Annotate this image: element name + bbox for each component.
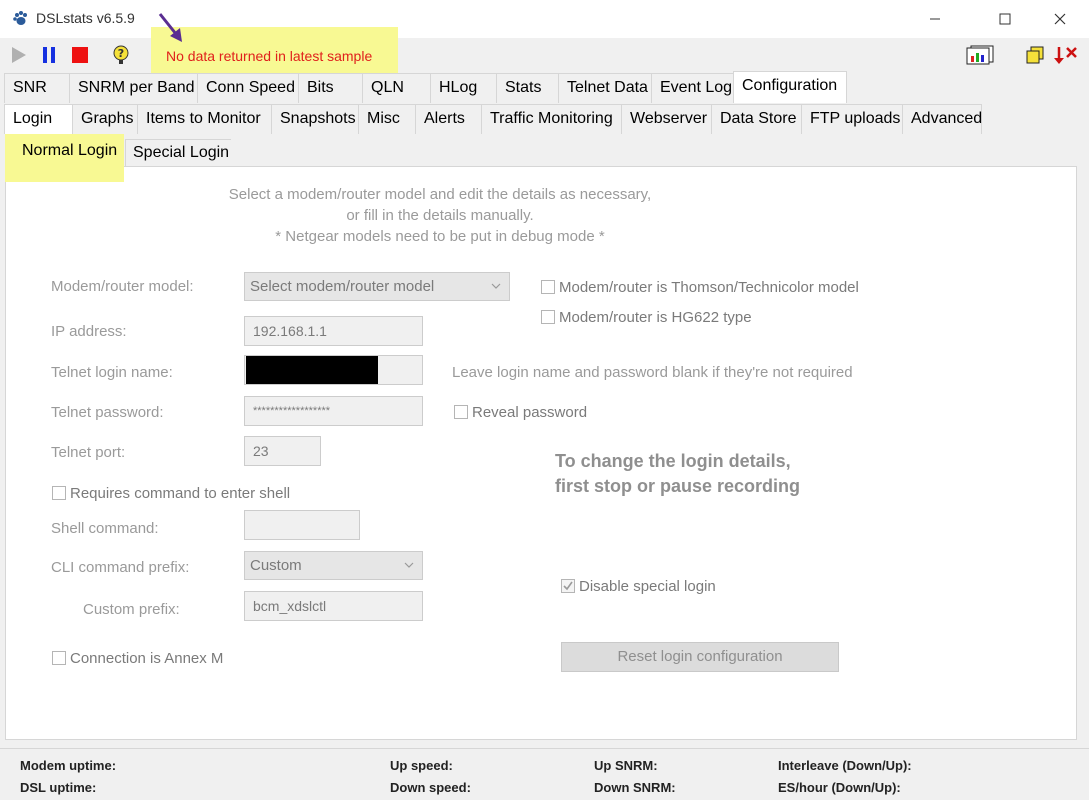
tab-special-login[interactable]: Special Login xyxy=(125,139,231,166)
warning-line-1: To change the login details, xyxy=(555,451,791,471)
close-icon xyxy=(1054,13,1066,25)
tab-ftp-uploads[interactable]: FTP uploads xyxy=(801,104,902,134)
stop-icon[interactable] xyxy=(69,44,91,66)
redaction-box xyxy=(246,356,378,384)
es-hour-label: ES/hour (Down/Up): xyxy=(778,780,901,795)
tab-stats[interactable]: Stats xyxy=(496,73,558,103)
tab-webserver[interactable]: Webserver xyxy=(621,104,711,134)
custom-prefix-label: Custom prefix: xyxy=(83,601,180,618)
down-snrm-label: Down SNRM: xyxy=(594,780,676,795)
cli-prefix-value: Custom xyxy=(250,557,302,574)
tab-bits[interactable]: Bits xyxy=(298,73,362,103)
tab-conn-speed[interactable]: Conn Speed xyxy=(197,73,298,103)
status-bar: Modem uptime: DSL uptime: Up speed: Down… xyxy=(0,748,1089,800)
close-all-icon[interactable] xyxy=(1052,44,1080,66)
minimize-button[interactable] xyxy=(912,0,958,38)
config-tabs: Login Graphs Items to Monitor Snapshots … xyxy=(4,104,982,134)
tab-telnet-data[interactable]: Telnet Data xyxy=(558,73,651,103)
blank-login-hint: Leave login name and password blank if t… xyxy=(452,364,853,381)
annex-m-checkbox[interactable] xyxy=(52,651,66,665)
maximize-button[interactable] xyxy=(982,0,1028,38)
tab-event-log[interactable]: Event Log xyxy=(651,73,733,103)
up-snrm-label: Up SNRM: xyxy=(594,758,658,773)
password-label: Telnet password: xyxy=(51,404,164,421)
interleave-label: Interleave (Down/Up): xyxy=(778,758,912,773)
pause-icon[interactable] xyxy=(38,44,60,66)
intro-line-3: * Netgear models need to be put in debug… xyxy=(275,228,605,245)
port-label: Telnet port: xyxy=(51,444,126,461)
requires-shell-label: Requires command to enter shell xyxy=(70,485,291,502)
modem-uptime-label: Modem uptime: xyxy=(20,758,117,773)
model-label: Modem/router model: xyxy=(51,278,194,295)
login-change-warning: To change the login details, first stop … xyxy=(555,449,800,499)
tab-snapshots[interactable]: Snapshots xyxy=(271,104,358,134)
model-select[interactable]: Select modem/router model xyxy=(244,272,510,301)
hg622-label: Modem/router is HG622 type xyxy=(559,309,752,326)
warning-line-2: first stop or pause recording xyxy=(555,476,801,496)
thomson-checkbox[interactable] xyxy=(541,280,555,294)
down-speed-label: Down speed: xyxy=(390,780,471,795)
tab-alerts[interactable]: Alerts xyxy=(415,104,481,134)
status-banner: No data returned in latest sample xyxy=(166,48,373,64)
tab-snrm-per-band[interactable]: SNRM per Band xyxy=(69,73,197,103)
tab-configuration[interactable]: Configuration xyxy=(733,71,847,103)
annex-m-label: Connection is Annex M xyxy=(70,650,224,667)
tab-login[interactable]: Login xyxy=(4,104,72,134)
shell-label: Shell command: xyxy=(51,520,159,537)
chevron-down-icon xyxy=(491,283,501,289)
custom-prefix-input[interactable]: bcm_xdslctl xyxy=(244,591,423,621)
chevron-down-icon xyxy=(404,562,414,568)
tab-qln[interactable]: QLN xyxy=(362,73,430,103)
model-select-value: Select modem/router model xyxy=(250,278,435,295)
maximize-icon xyxy=(999,13,1011,25)
shell-input[interactable] xyxy=(244,510,360,540)
tab-traffic-monitoring[interactable]: Traffic Monitoring xyxy=(481,104,621,134)
cli-prefix-label: CLI command prefix: xyxy=(51,559,190,576)
reveal-password-checkbox[interactable] xyxy=(454,405,468,419)
ip-input[interactable]: 192.168.1.1 xyxy=(244,316,423,346)
svg-text:?: ? xyxy=(118,47,124,60)
intro-line-1: Select a modem/router model and edit the… xyxy=(228,186,652,203)
tab-graphs[interactable]: Graphs xyxy=(72,104,137,134)
disable-special-checkbox[interactable] xyxy=(561,579,575,593)
tab-items-to-monitor[interactable]: Items to Monitor xyxy=(137,104,271,134)
requires-shell-checkbox[interactable] xyxy=(52,486,66,500)
checkmark-icon xyxy=(563,581,573,591)
tab-misc[interactable]: Misc xyxy=(358,104,415,134)
ip-label: IP address: xyxy=(51,323,127,340)
tab-normal-login[interactable]: Normal Login xyxy=(22,142,117,160)
password-input[interactable]: ****************** xyxy=(244,396,423,426)
close-button[interactable] xyxy=(1037,0,1083,38)
tab-snr[interactable]: SNR xyxy=(4,73,69,103)
minimize-icon xyxy=(930,18,940,20)
tab-hlog[interactable]: HLog xyxy=(430,73,496,103)
multi-graph-icon[interactable] xyxy=(963,44,995,66)
reveal-password-label: Reveal password xyxy=(472,404,588,421)
play-icon[interactable] xyxy=(8,44,30,66)
hg622-checkbox[interactable] xyxy=(541,310,555,324)
window-title: DSLstats v6.5.9 xyxy=(36,10,135,26)
restore-windows-icon[interactable] xyxy=(1024,44,1046,66)
thomson-label: Modem/router is Thomson/Technicolor mode… xyxy=(559,279,859,296)
dsl-uptime-label: DSL uptime: xyxy=(20,780,97,795)
help-icon[interactable]: ? xyxy=(110,44,132,66)
up-speed-label: Up speed: xyxy=(390,758,453,773)
main-tabs: SNR SNRM per Band Conn Speed Bits QLN HL… xyxy=(4,71,847,103)
disable-special-label: Disable special login xyxy=(579,578,716,595)
tab-data-store[interactable]: Data Store xyxy=(711,104,801,134)
cli-prefix-select[interactable]: Custom xyxy=(244,551,423,580)
arrow-annotation-icon xyxy=(158,13,182,42)
paw-icon xyxy=(13,11,27,25)
reset-login-button[interactable]: Reset login configuration xyxy=(561,642,839,672)
tab-advanced[interactable]: Advanced xyxy=(902,104,982,134)
intro-line-2: or fill in the details manually. xyxy=(346,207,534,224)
login-label: Telnet login name: xyxy=(51,364,173,381)
port-input[interactable]: 23 xyxy=(244,436,321,466)
